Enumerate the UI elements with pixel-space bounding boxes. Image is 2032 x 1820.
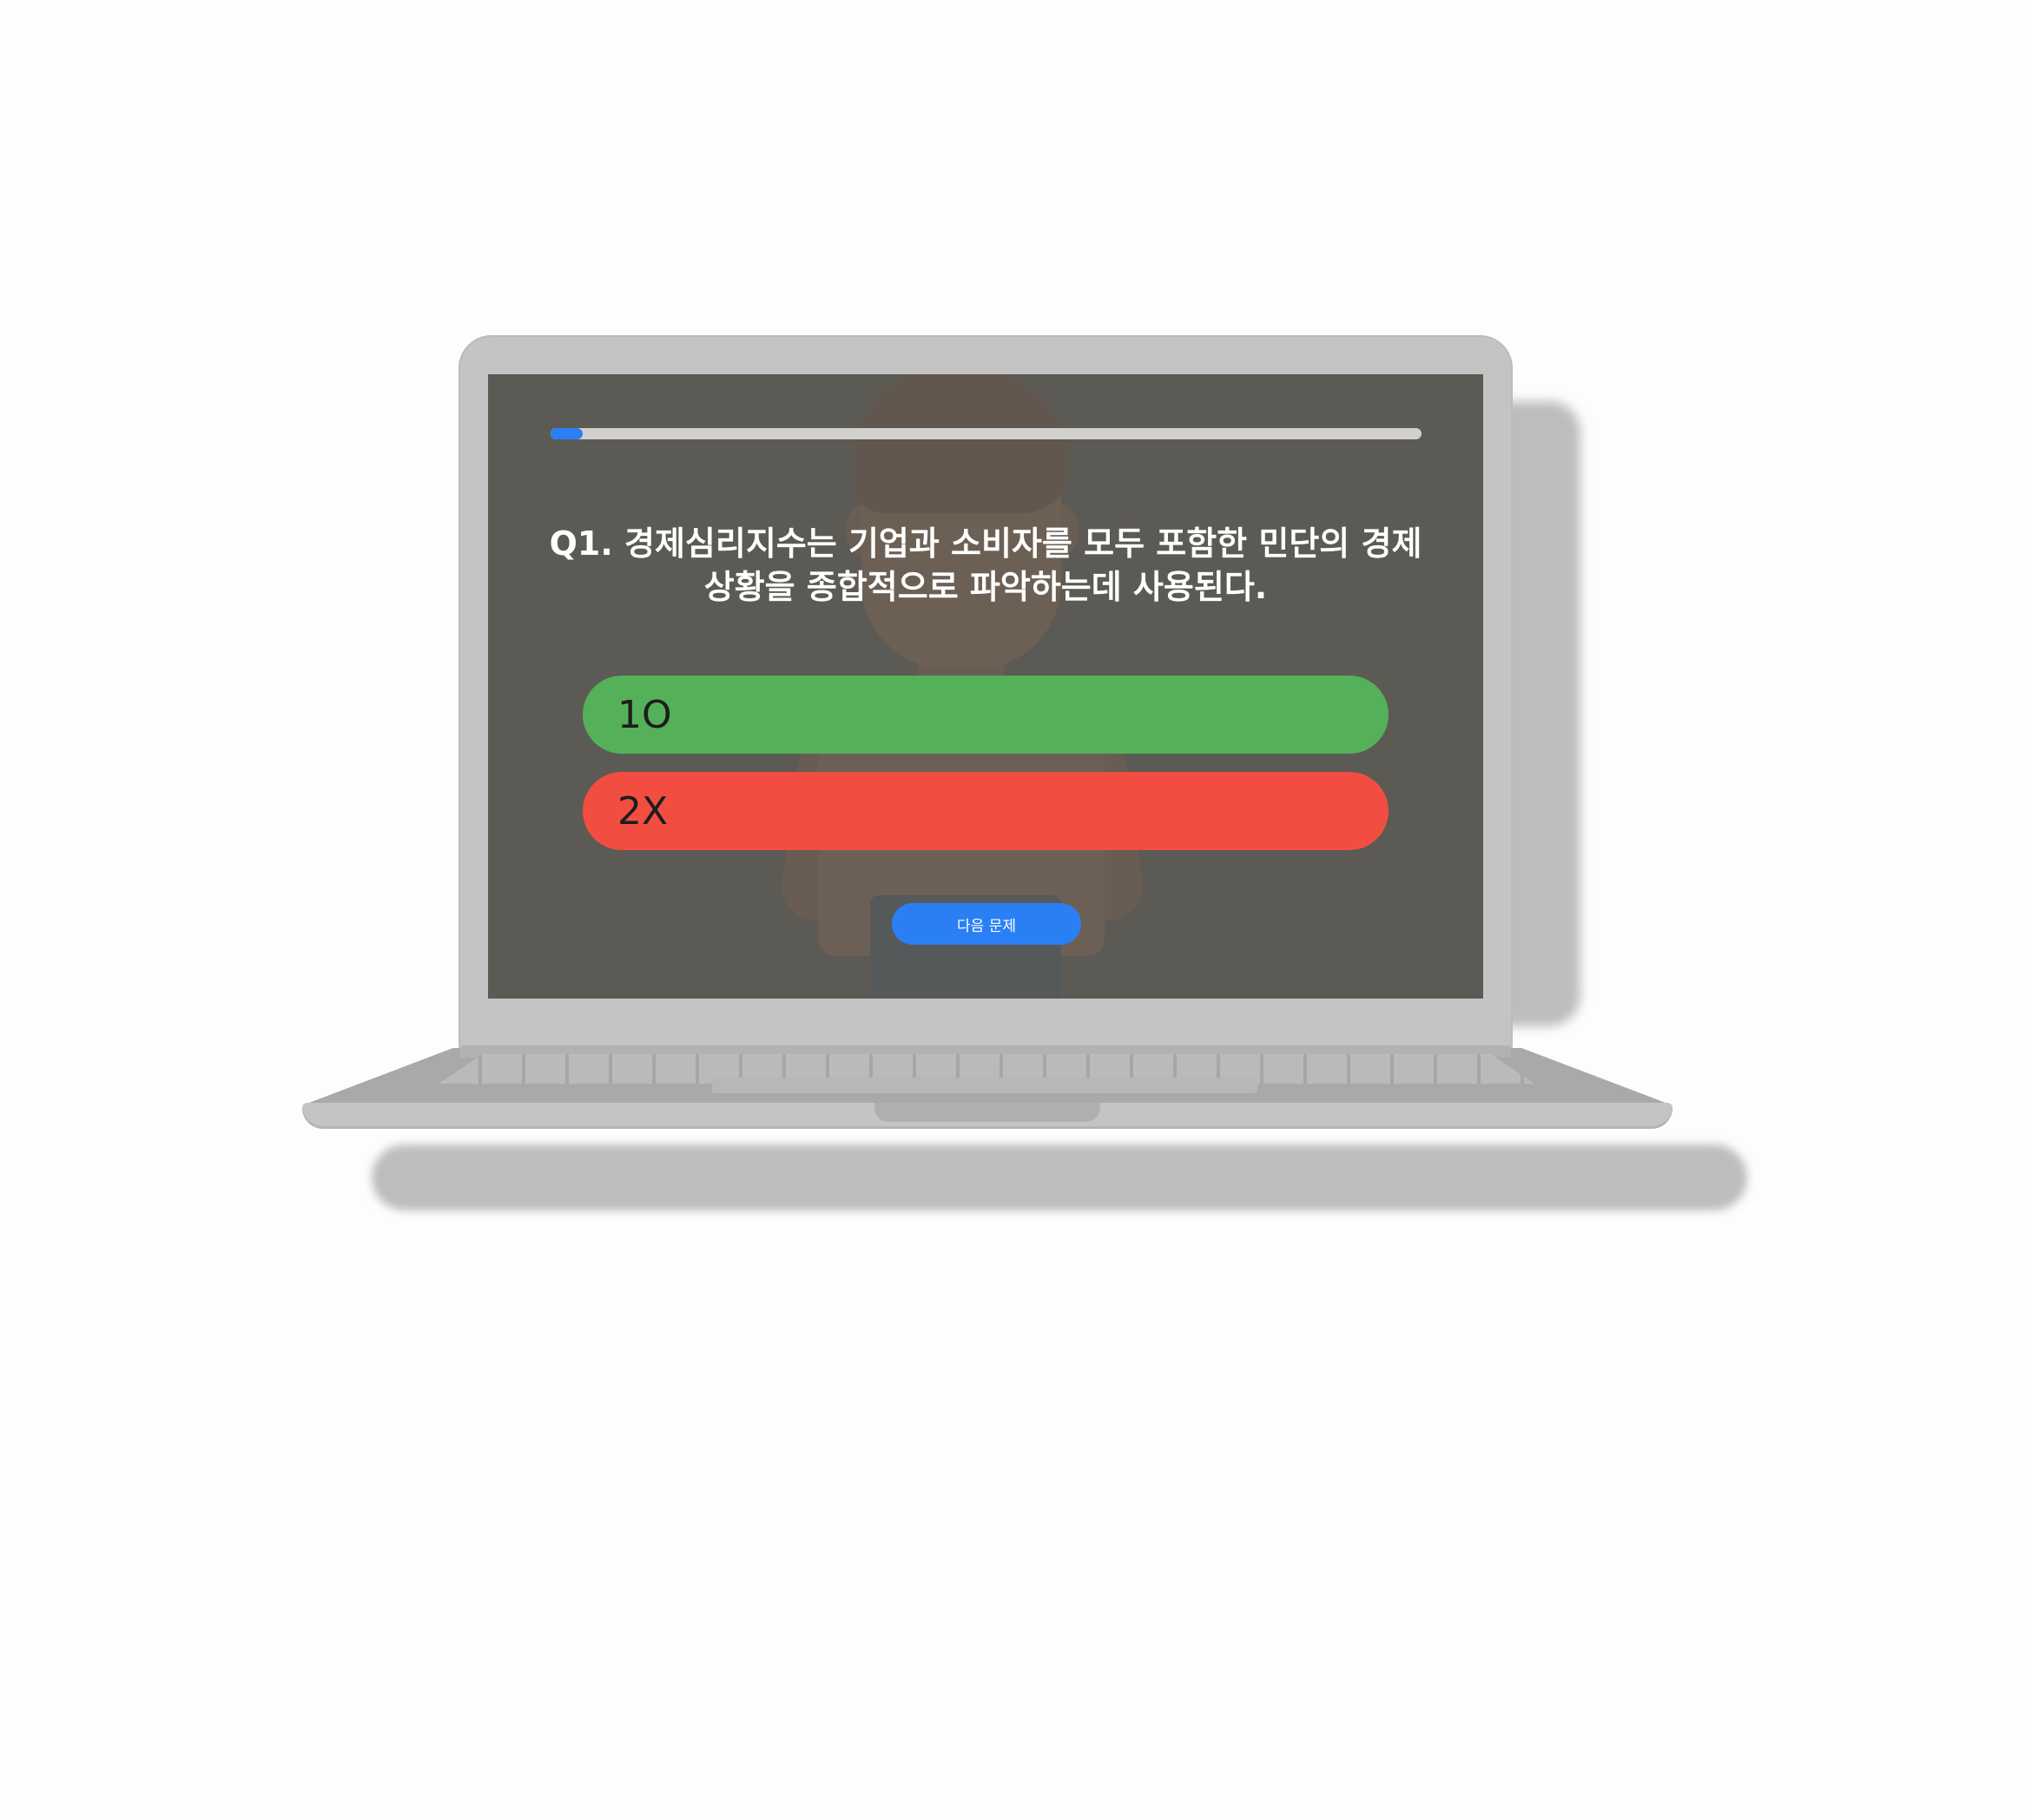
- answer-option-o[interactable]: 1O: [583, 676, 1389, 754]
- mockup-stage: Q1. 경제심리지수는 기업과 소비자를 모두 포함한 민단의 경제 상황을 종…: [0, 0, 2032, 1820]
- laptop-base-shadow: [372, 1144, 1747, 1210]
- next-question-button[interactable]: 다음 문제: [892, 903, 1081, 945]
- question-text: Q1. 경제심리지수는 기업과 소비자를 모두 포함한 민단의 경제 상황을 종…: [549, 524, 1422, 606]
- laptop-screen: Q1. 경제심리지수는 기업과 소비자를 모두 포함한 민단의 경제 상황을 종…: [488, 374, 1483, 999]
- laptop-trackpad: [712, 1078, 1257, 1093]
- progress-bar: [551, 428, 1422, 439]
- laptop-opening-notch: [874, 1103, 1100, 1122]
- answer-option-label: 1O: [617, 692, 672, 737]
- answer-option-label: 2X: [617, 788, 669, 834]
- progress-bar-fill: [551, 428, 584, 439]
- answer-option-x[interactable]: 2X: [583, 772, 1389, 850]
